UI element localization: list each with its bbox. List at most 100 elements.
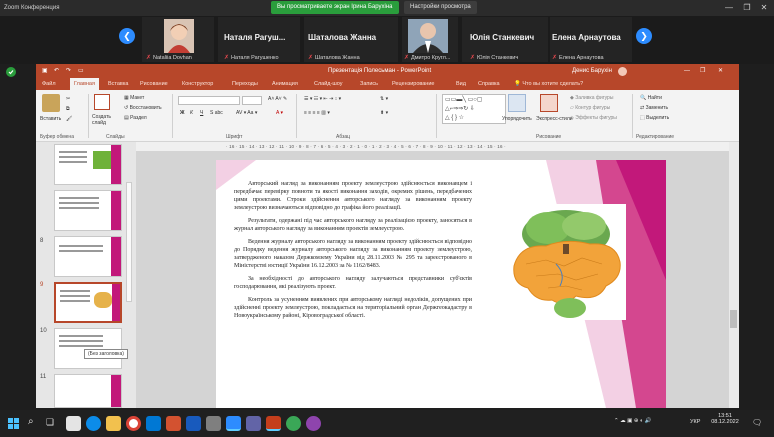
bold-button[interactable]: Ж [180,110,185,116]
align-text-button[interactable]: ⬍ ▾ [380,110,388,116]
language-indicator[interactable]: УКР [690,419,700,425]
list-buttons[interactable]: ☰ ▾ ☷ ▾ ⇤ ⇥ ↕ ▾ [304,96,341,102]
underline-button[interactable]: Ч [200,110,203,116]
shield-icon[interactable] [6,67,16,77]
arrange-icon[interactable] [508,94,526,112]
ppt-maximize-button[interactable]: ❐ [700,64,705,78]
participant-tile[interactable]: ✗ Дмитро Кругл... [402,17,458,62]
start-slideshow-icon[interactable]: ▭ [78,64,84,78]
app-icon[interactable] [206,416,221,431]
zoom-taskbar-icon[interactable] [226,416,241,431]
clock[interactable]: 13:51 08.12.2022 [710,413,740,425]
ukraine-map-tree-picture[interactable] [506,204,626,320]
slide-thumbnail[interactable] [54,144,122,185]
participant-tile[interactable]: ✗ Nataliia Dovhan [142,17,214,62]
shape-outline-button[interactable]: ▱ Контур фигуры [570,105,610,111]
tab-home[interactable]: Главная [70,78,99,90]
system-tray-icons[interactable]: ⌃ ☁ ▣ ⊕ ◐ 🔊 [614,418,652,424]
thumbnails-scrollbar[interactable] [126,182,132,302]
office-icon[interactable] [166,416,181,431]
app-icon[interactable] [306,416,321,431]
close-button[interactable]: ✕ [757,2,771,14]
paste-button[interactable]: Вставить [40,116,61,122]
find-button[interactable]: 🔍 Найти [640,95,662,101]
new-slide-button[interactable]: Создать слайд [92,114,122,126]
slide-body-text[interactable]: Авторський нагляд за виконанням проекту … [234,180,472,325]
save-icon[interactable]: ▣ [42,64,48,78]
arrange-button[interactable]: Упорядочить [502,116,532,122]
slide-thumbnail[interactable] [54,374,122,408]
redo-icon[interactable]: ↷ [66,64,71,78]
font-grow-shrink[interactable]: A˄ A˅ ✎ [268,96,287,102]
participant-tile[interactable]: Наталя Рагуш... ✗ Наталя Рагушенко [218,17,300,62]
teams-icon[interactable] [246,416,261,431]
tab-record[interactable]: Запись [360,78,378,90]
slide-thumbnail-selected[interactable] [54,282,122,323]
editor-scrollbar[interactable] [729,142,739,408]
quick-styles-button[interactable]: Экспресс-стили [536,116,573,122]
view-options-button[interactable]: Настройки просмотра [404,1,477,14]
tab-draw[interactable]: Рисование [140,78,168,90]
start-button[interactable] [8,418,19,429]
participant-tile[interactable]: Шаталова Жанна ✗ Шаталова Жанна [304,17,398,62]
tell-me-search[interactable]: 💡 Что вы хотите сделать? [514,78,583,90]
new-slide-icon[interactable] [94,94,110,110]
minimize-button[interactable]: — [722,2,736,14]
store-icon[interactable] [146,416,161,431]
reset-button[interactable]: ↺ Восстановить [124,105,162,111]
tab-insert[interactable]: Вставка [108,78,128,90]
section-button[interactable]: ▤ Раздел [124,115,147,121]
search-icon[interactable]: ⌕ [28,416,34,427]
tab-file[interactable]: Файл [42,78,56,90]
ppt-close-button[interactable]: ✕ [718,64,723,78]
tab-transitions[interactable]: Переходы [232,78,258,90]
text-direction-button[interactable]: ⇅ ▾ [380,96,388,102]
notifications-icon[interactable]: 🗨 [752,418,762,427]
copy-icon[interactable]: ⧉ [66,106,70,112]
file-explorer-icon[interactable] [106,416,121,431]
shape-effects-button[interactable]: ◇ Эффекты фигуры [570,115,617,121]
strike-button[interactable]: S abc [210,110,223,116]
quick-styles-icon[interactable] [540,94,558,112]
layout-button[interactable]: ▦ Макет [124,95,144,101]
tab-view[interactable]: Вид [456,78,466,90]
ppt-minimize-button[interactable]: — [684,64,690,78]
gallery-prev-button[interactable]: ❮ [119,28,135,44]
tab-slideshow[interactable]: Слайд-шоу [314,78,343,90]
app-icon[interactable] [66,416,81,431]
tab-help[interactable]: Справка [478,78,500,90]
app-icon[interactable] [286,416,301,431]
gallery-next-button[interactable]: ❯ [636,28,652,44]
cut-icon[interactable]: ✂ [66,96,70,102]
task-view-icon[interactable]: ❏ [46,417,54,428]
spacing-button[interactable]: AV ▾ Aa ▾ [236,110,257,116]
tab-design[interactable]: Конструктор [182,78,213,90]
avatar[interactable] [618,67,627,76]
align-buttons[interactable]: ≡ ≡ ≡ ≡ ▥ ▾ [304,110,330,116]
font-size-select[interactable] [242,96,262,105]
edge-icon[interactable] [86,416,101,431]
slide-canvas[interactable]: Авторський нагляд за виконанням проекту … [216,160,666,408]
font-color-button[interactable]: A ▾ [276,110,283,116]
slide-thumbnail[interactable] [54,190,122,231]
share-banner[interactable]: Вы просматриваете экран Ірина Барухіна [271,1,399,14]
word-icon[interactable] [186,416,201,431]
participant-tile[interactable]: Елена Арнаутова ✗ Елена Арнаутова [550,17,632,62]
tab-animations[interactable]: Анимация [272,78,298,90]
shapes-gallery[interactable]: ▭▭▬╲ ▭○▢ △⌐⇒⇒↻ ⇩ △ { } ☆ [442,94,506,124]
maximize-button[interactable]: ❐ [740,2,754,14]
italic-button[interactable]: К [190,110,193,116]
participant-tile[interactable]: Юлія Станкевич ✗ Юлія Станкевич [462,17,548,62]
replace-button[interactable]: ⇄ Заменить [640,105,668,111]
user-name[interactable]: Денис Барухін [572,64,612,78]
paste-icon[interactable] [42,94,60,112]
shape-fill-button[interactable]: ◆ Заливка фигуры [570,95,613,101]
tab-review[interactable]: Рецензирование [392,78,434,90]
powerpoint-taskbar-icon[interactable] [266,416,281,431]
chrome-icon[interactable] [126,416,141,431]
select-button[interactable]: ⬚ Выделить [640,115,669,121]
undo-icon[interactable]: ↶ [54,64,59,78]
slide-thumbnail[interactable] [54,236,122,277]
font-name-select[interactable] [178,96,240,105]
format-painter-icon[interactable]: 🖌 [66,116,72,122]
